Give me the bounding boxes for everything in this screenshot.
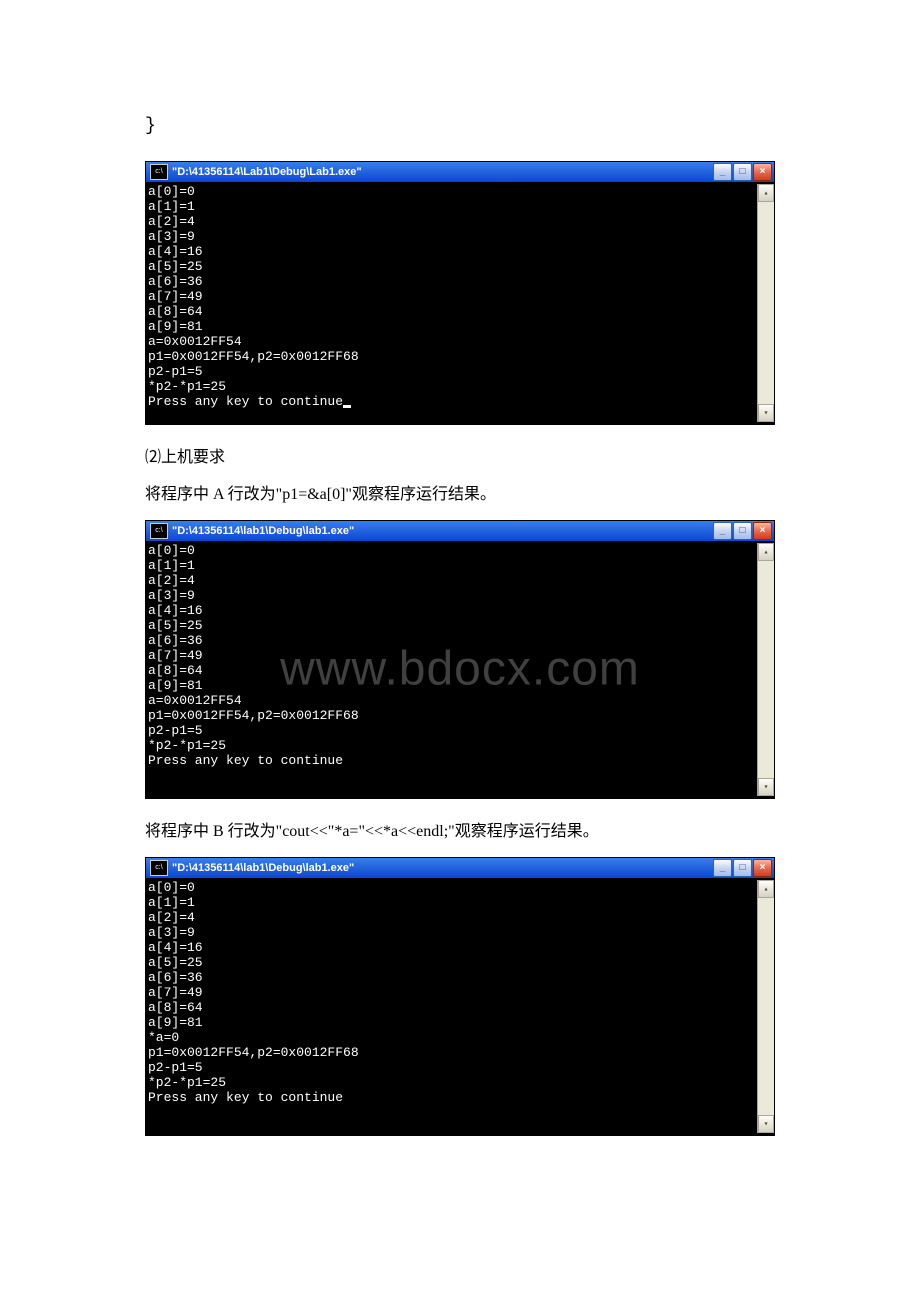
scroll-down-button[interactable]: ▾ [758,404,774,422]
console-output: a[0]=0 a[1]=1 a[2]=4 a[3]=9 a[4]=16 a[5]… [148,880,757,1133]
window-controls: _ □ × [713,163,772,181]
console-output: a[0]=0 a[1]=1 a[2]=4 a[3]=9 a[4]=16 a[5]… [148,184,757,422]
scroll-down-button[interactable]: ▾ [758,1115,774,1133]
maximize-button[interactable]: □ [733,522,752,540]
console-body: a[0]=0 a[1]=1 a[2]=4 a[3]=9 a[4]=16 a[5]… [146,878,774,1135]
window-controls: _ □ × [713,522,772,540]
scroll-up-button[interactable]: ▴ [758,543,774,561]
cmd-icon: c:\ [150,860,168,876]
close-button[interactable]: × [753,522,772,540]
titlebar-text: "D:\41356114\lab1\Debug\lab1.exe" [172,862,713,874]
close-button[interactable]: × [753,163,772,181]
minimize-button[interactable]: _ [713,859,732,877]
scrollbar[interactable]: ▴ ▾ [757,184,774,422]
titlebar-text: "D:\41356114\Lab1\Debug\Lab1.exe" [172,166,713,178]
instruction-a: 将程序中 A 行改为"p1=&a[0]"观察程序运行结果。 [145,482,775,508]
console-output: a[0]=0 a[1]=1 a[2]=4 a[3]=9 a[4]=16 a[5]… [148,543,757,796]
scroll-up-button[interactable]: ▴ [758,184,774,202]
section-heading-2: ⑵上机要求 [145,445,775,471]
scroll-down-button[interactable]: ▾ [758,778,774,796]
minimize-button[interactable]: _ [713,522,732,540]
titlebar-text: "D:\41356114\lab1\Debug\lab1.exe" [172,525,713,537]
console-window-3: c:\ "D:\41356114\lab1\Debug\lab1.exe" _ … [145,857,775,1136]
scrollbar[interactable]: ▴ ▾ [757,543,774,796]
close-button[interactable]: × [753,859,772,877]
maximize-button[interactable]: □ [733,859,752,877]
scrollbar[interactable]: ▴ ▾ [757,880,774,1133]
scroll-track[interactable] [758,898,774,1115]
text-cursor [343,405,351,408]
console-body: a[0]=0 a[1]=1 a[2]=4 a[3]=9 a[4]=16 a[5]… [146,182,774,424]
window-controls: _ □ × [713,859,772,877]
cmd-icon: c:\ [150,523,168,539]
console-body: a[0]=0 a[1]=1 a[2]=4 a[3]=9 a[4]=16 a[5]… [146,541,774,798]
scroll-track[interactable] [758,202,774,404]
titlebar: c:\ "D:\41356114\lab1\Debug\lab1.exe" _ … [146,858,774,878]
code-brace: } [145,112,775,141]
titlebar: c:\ "D:\41356114\Lab1\Debug\Lab1.exe" _ … [146,162,774,182]
scroll-up-button[interactable]: ▴ [758,880,774,898]
page: } c:\ "D:\41356114\Lab1\Debug\Lab1.exe" … [0,0,920,1216]
console-lines: a[0]=0 a[1]=1 a[2]=4 a[3]=9 a[4]=16 a[5]… [148,184,359,409]
minimize-button[interactable]: _ [713,163,732,181]
instruction-b: 将程序中 B 行改为"cout<<"*a="<<*a<<endl;"观察程序运行… [145,819,775,845]
scroll-track[interactable] [758,561,774,778]
maximize-button[interactable]: □ [733,163,752,181]
cmd-icon: c:\ [150,164,168,180]
titlebar: c:\ "D:\41356114\lab1\Debug\lab1.exe" _ … [146,521,774,541]
console-window-1: c:\ "D:\41356114\Lab1\Debug\Lab1.exe" _ … [145,161,775,425]
console-window-2: c:\ "D:\41356114\lab1\Debug\lab1.exe" _ … [145,520,775,799]
